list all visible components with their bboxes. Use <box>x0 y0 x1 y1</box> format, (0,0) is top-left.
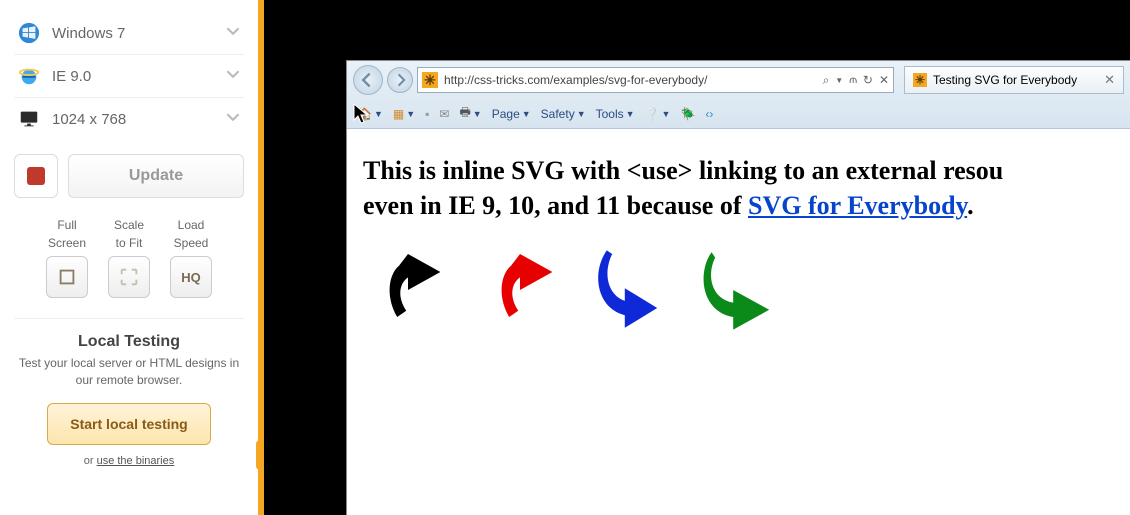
tools-menu[interactable]: Tools▼ <box>596 107 635 121</box>
help-icon[interactable]: ❔▼ <box>645 107 671 121</box>
safety-menu[interactable]: Safety▼ <box>541 107 586 121</box>
compat-view-icon[interactable]: ⫙ <box>849 74 857 87</box>
page-text: even in IE 9, 10, and 11 because of <box>363 191 748 220</box>
close-tab-icon[interactable]: ✕ <box>1104 72 1115 88</box>
full-screen-icon <box>56 266 78 288</box>
update-button[interactable]: Update <box>68 154 244 198</box>
tool-label: Speed <box>174 236 209 250</box>
chevron-down-icon <box>226 110 240 129</box>
arrow-back-black-icon <box>363 245 453 335</box>
dev-tools-icon[interactable]: ‹› <box>705 107 713 121</box>
page-text: . <box>967 191 974 220</box>
tab-title: Testing SVG for Everybody <box>933 73 1077 87</box>
address-bar[interactable]: ✳ http://css-tricks.com/examples/svg-for… <box>417 67 894 93</box>
favicon-icon: ✳ <box>422 72 438 88</box>
monitor-icon <box>18 108 40 130</box>
back-button[interactable] <box>353 65 383 95</box>
chevron-down-icon <box>226 67 240 86</box>
stop-icon <box>27 167 45 185</box>
arrow-right-icon <box>393 73 407 87</box>
feeds-icon[interactable]: ▦▼ <box>393 107 415 121</box>
tool-label: Scale <box>114 218 144 232</box>
forward-button[interactable] <box>387 67 413 93</box>
chevron-down-icon <box>226 24 240 43</box>
tool-label: to Fit <box>116 236 143 250</box>
url-text: http://css-tricks.com/examples/svg-for-e… <box>444 73 707 87</box>
arrow-left-icon <box>360 72 376 88</box>
scale-to-fit-icon <box>118 266 140 288</box>
load-speed-button[interactable]: HQ <box>170 256 212 298</box>
dropdown-icon[interactable]: ▼ <box>835 76 843 85</box>
tool-label: Load <box>178 218 205 232</box>
start-local-testing-button[interactable]: Start local testing <box>47 403 210 445</box>
use-binaries-link[interactable]: use the binaries <box>97 455 175 467</box>
tool-label: Screen <box>48 236 86 250</box>
full-screen-button[interactable] <box>46 256 88 298</box>
favicon-icon: ✳ <box>913 73 927 87</box>
windows-icon <box>18 22 40 44</box>
os-selector[interactable]: Windows 7 <box>14 12 244 55</box>
local-testing-desc: Test your local server or HTML designs i… <box>14 355 244 389</box>
browser-selector[interactable]: IE 9.0 <box>14 55 244 98</box>
ie-icon <box>18 65 40 87</box>
resolution-selector[interactable]: 1024 x 768 <box>14 98 244 140</box>
or-text: or <box>84 455 97 467</box>
stop-icon[interactable]: ✕ <box>879 73 889 87</box>
home-icon[interactable]: 🏠▼ <box>357 107 383 121</box>
arrow-forward-red-icon <box>475 245 565 335</box>
search-icon[interactable]: ⌕ <box>823 73 830 88</box>
os-label: Windows 7 <box>52 25 226 42</box>
scale-to-fit-button[interactable] <box>108 256 150 298</box>
svg-for-everybody-link[interactable]: SVG for Everybody <box>748 191 967 220</box>
print-icon[interactable]: 🖶▼ <box>459 103 481 124</box>
arrow-left-green-icon <box>699 245 789 335</box>
read-mail-icon[interactable]: ✉ <box>439 107 449 121</box>
page-menu[interactable]: Page▼ <box>492 107 531 121</box>
remote-browser-window[interactable]: ✳ http://css-tricks.com/examples/svg-for… <box>346 60 1130 515</box>
tool-label: Full <box>57 218 76 232</box>
firebug-icon[interactable]: 🪲 <box>680 107 695 121</box>
page-text: This is inline SVG with <use> linking to… <box>363 156 1003 185</box>
resolution-label: 1024 x 768 <box>52 111 226 128</box>
refresh-icon[interactable]: ↻ <box>863 73 873 87</box>
browser-tab[interactable]: ✳ Testing SVG for Everybody ✕ <box>904 66 1124 94</box>
local-testing-title: Local Testing <box>14 333 244 351</box>
arrow-down-blue-icon <box>587 245 677 335</box>
stop-session-button[interactable] <box>14 154 58 198</box>
browser-label: IE 9.0 <box>52 68 226 85</box>
